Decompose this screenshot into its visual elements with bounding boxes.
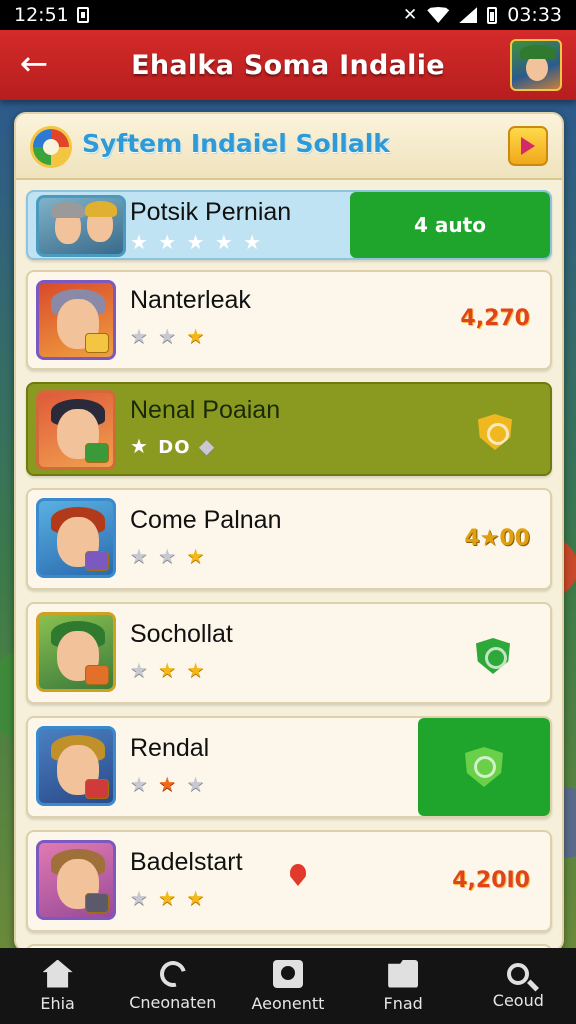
nav-label: Aeonentt [251,993,325,1013]
rating-stars: ★ ★ ★ [130,772,207,796]
folder-icon [388,959,419,988]
player-avatar [36,195,126,257]
player-avatar [36,390,116,470]
list-item[interactable]: Nanterleak ★ ★ ★ 4,270 [26,270,552,370]
nav-label: Ehia [40,993,75,1013]
search-icon [507,962,530,985]
player-score: 4★00 [464,526,530,551]
nav-search[interactable]: Ceoud [463,948,573,1024]
status-time: 12:51 [14,4,69,26]
player-score: 4 auto [414,213,486,237]
nav-label: Cneonaten [129,992,217,1012]
home-icon [42,959,73,988]
profile-avatar[interactable] [510,39,562,91]
location-pin-icon [290,864,306,886]
score-box: 4 auto [350,192,550,258]
wifi-icon [427,7,450,23]
list-item[interactable]: Come Palnan ★ ★ ★ 4★00 [26,488,552,590]
rating-stars: ★ DO ◆ [130,434,217,458]
rating-stars: ★ ★ ★ [130,544,207,568]
reward-shield-icon [465,747,503,787]
swirl-icon [155,955,191,992]
list-item[interactable]: Rendal ★ ★ ★ [26,716,552,818]
nav-label: Fnad [383,993,423,1013]
list-item[interactable]: Nenal Poaian ★ DO ◆ [26,382,552,476]
battery-icon [487,6,498,24]
player-name: Potsik Pernian [130,198,292,226]
player-name: Nenal Poaian [130,396,281,424]
player-name: Rendal [130,734,210,762]
rating-stars: ★ ★ ★ [130,324,207,348]
bottom-navigation: Ehia Cneonaten Aeonentt Fnad Ceoud [0,948,576,1024]
avatar-hat [520,45,556,59]
player-avatar [36,840,116,920]
player-score: 4,20I0 [452,868,530,893]
signal-icon [459,7,478,23]
nav-label: Ceoud [492,990,544,1010]
player-avatar [36,498,116,578]
player-avatar [36,280,116,360]
green-shield-icon [476,638,510,674]
player-avatar [36,612,116,692]
camera-icon [272,959,303,988]
rating-stars: ★ ★ ★ ★ ★ [130,230,264,254]
nav-connect[interactable]: Cneonaten [118,948,228,1024]
nav-camera[interactable]: Aeonentt [233,948,343,1024]
list-item[interactable]: Badelstart ★ ★ ★ 4,20I0 [26,830,552,932]
mute-icon: ✕ [402,5,418,25]
player-name: Come Palnan [130,506,282,534]
status-clock: 03:33 [507,4,562,26]
player-score: 4,270 [460,306,530,331]
sim-icon [76,7,89,23]
player-name: Sochollat [130,620,233,648]
app-logo-icon [30,126,72,168]
leaderboard-panel: Syftem Indaiel Sollalk Potsik Pernian ★ … [14,112,564,952]
list-item[interactable]: Sochollat ★ ★ ★ [26,602,552,704]
nav-folder[interactable]: Fnad [348,948,458,1024]
gold-shield-icon [478,414,512,450]
player-name: Badelstart [130,848,243,876]
nav-home[interactable]: Ehia [3,948,113,1024]
player-name: Nanterleak [130,286,251,314]
panel-title: Syftem Indaiel Sollalk [82,129,390,158]
back-arrow-icon[interactable]: ← [14,45,54,85]
status-bar: 12:51 ✕ 03:33 [0,0,576,30]
list-item[interactable]: Potsik Pernian ★ ★ ★ ★ ★ 4 auto [26,190,552,260]
rating-stars: ★ ★ ★ [130,658,207,682]
rating-stars: ★ ★ ★ [130,886,207,910]
panel-header: Syftem Indaiel Sollalk [16,114,562,180]
reward-box [418,718,550,816]
app-header: ← Ehalka Soma Indalie [0,30,576,100]
play-store-icon[interactable] [508,126,548,166]
page-title: Ehalka Soma Indalie [131,49,445,81]
player-avatar [36,726,116,806]
